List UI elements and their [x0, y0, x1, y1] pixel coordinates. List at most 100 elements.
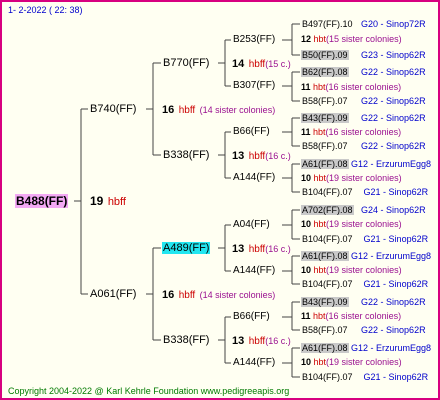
gen3-node-4[interactable]: A144(FF) — [232, 171, 276, 185]
gen4-info-11: 10 hbt(19 sister colonies) — [301, 263, 402, 277]
gen3-node-2[interactable]: B307(FF) — [232, 79, 276, 93]
gen3-node-7-name[interactable]: B66(FF) — [232, 311, 271, 322]
gen1-hb-2: hbff — [178, 290, 196, 301]
gen1-sis-1: (14 sister colonies) — [199, 105, 276, 115]
gen4-name-2[interactable]: B50(FF).09 — [301, 50, 349, 60]
gen4-name-1[interactable]: B497(FF).10 — [301, 19, 354, 29]
gen3-node-3[interactable]: B66(FF) — [232, 125, 271, 139]
gen4-info-1: 12 hbt(15 sister colonies) — [301, 32, 402, 46]
gen4-cls-13: G22 - Sinop62R — [361, 297, 426, 307]
gen4-row-11[interactable]: A61(FF).08 G12 - ErzurumEgg8 — [301, 249, 431, 263]
root-queen-name[interactable]: B488(FF) — [15, 194, 69, 208]
gen4-row-1[interactable]: B497(FF).10 G20 - Sinop72R — [301, 17, 426, 31]
gen3-node-8-name[interactable]: A144(FF) — [232, 357, 276, 368]
gen4-info-7: 10 hbt(19 sister colonies) — [301, 171, 402, 185]
gen3-node-2-name[interactable]: B307(FF) — [232, 80, 276, 91]
gen4-cls-2: G23 - Sinop62R — [361, 50, 426, 60]
gen4-name-6[interactable]: B58(FF).07 — [301, 141, 349, 151]
gen4-sis-13: (16 sister colonies) — [325, 311, 402, 321]
gen1-node-2-name[interactable]: A061(FF) — [89, 288, 137, 300]
gen2-hb-2: hbff — [248, 151, 266, 162]
gen2-node-1-name[interactable]: B770(FF) — [162, 57, 210, 69]
gen4-row-16[interactable]: B104(FF).07 G21 - Sinop62R — [301, 370, 428, 384]
gen3-node-4-name[interactable]: A144(FF) — [232, 172, 276, 183]
gen4-sis-9: (19 sister colonies) — [326, 219, 402, 229]
gen3-node-5[interactable]: A04(FF) — [232, 218, 271, 232]
gen4-num-5: 11 — [301, 127, 311, 137]
gen1-node-2[interactable]: A061(FF) — [89, 287, 137, 301]
gen4-hb-1: hbt — [313, 34, 327, 44]
gen2-hb-1: hbff — [248, 59, 266, 70]
gen4-cls-8: G21 - Sinop62R — [363, 187, 429, 197]
gen2-node-4[interactable]: B338(FF) — [162, 333, 210, 347]
gen2-num-2: 13 — [232, 150, 245, 162]
gen3-node-6-name[interactable]: A144(FF) — [232, 265, 276, 276]
gen4-info-5: 11 hbt(16 sister colonies) — [301, 125, 401, 139]
gen2-node-1[interactable]: B770(FF) — [162, 56, 210, 70]
gen4-cls-15: G12 - ErzurumEgg8 — [351, 343, 432, 353]
gen3-node-6[interactable]: A144(FF) — [232, 264, 276, 278]
gen4-row-6[interactable]: B58(FF).07 G22 - Sinop62R — [301, 139, 426, 153]
root-num: 19 — [90, 194, 104, 208]
gen4-row-14[interactable]: B58(FF).07 G22 - Sinop62R — [301, 323, 426, 337]
gen4-row-13[interactable]: B43(FF).09 G22 - Sinop62R — [301, 295, 426, 309]
gen4-sis-7: (19 sister colonies) — [326, 173, 402, 183]
gen4-cls-7: G12 - ErzurumEgg8 — [351, 159, 432, 169]
gen2-node-3[interactable]: A489(FF) — [162, 241, 211, 255]
gen4-row-5[interactable]: B43(FF).09 G22 - Sinop62R — [301, 111, 426, 125]
gen4-num-7: 10 — [301, 173, 312, 183]
gen4-name-4[interactable]: B58(FF).07 — [301, 96, 349, 106]
gen4-num-9: 10 — [301, 219, 312, 229]
gen4-name-7[interactable]: A61(FF).08 — [301, 159, 349, 169]
gen2-sis-4: (16 c.) — [265, 336, 291, 346]
gen4-row-10[interactable]: B104(FF).07 G21 - Sinop62R — [301, 232, 428, 246]
gen4-cls-12: G21 - Sinop62R — [363, 279, 429, 289]
gen2-node-3-name[interactable]: A489(FF) — [162, 242, 211, 254]
gen3-node-1[interactable]: B253(FF) — [232, 33, 276, 47]
gen2-sis-2: (16 c.) — [265, 151, 291, 161]
gen4-sis-11: (19 sister colonies) — [326, 265, 402, 275]
gen4-name-10[interactable]: B104(FF).07 — [301, 234, 354, 244]
gen4-hb-15: hbt — [313, 357, 327, 367]
gen4-name-3[interactable]: B62(FF).08 — [301, 67, 349, 77]
gen4-sis-5: (16 sister colonies) — [325, 127, 402, 137]
gen3-node-8[interactable]: A144(FF) — [232, 356, 276, 370]
gen4-row-8[interactable]: B104(FF).07 G21 - Sinop62R — [301, 185, 428, 199]
timestamp-header: 1- 2-2022 ( 22: 38) — [8, 5, 83, 15]
gen2-sis-1: (15 c.) — [265, 59, 291, 69]
gen3-node-3-name[interactable]: B66(FF) — [232, 126, 271, 137]
gen4-hb-5: hbt — [313, 127, 326, 137]
gen4-cls-11: G12 - ErzurumEgg8 — [351, 251, 432, 261]
gen4-name-16[interactable]: B104(FF).07 — [301, 372, 354, 382]
gen4-row-9[interactable]: A702(FF).08 G24 - Sinop62R — [301, 203, 426, 217]
gen1-node-1-name[interactable]: B740(FF) — [89, 103, 137, 115]
gen4-row-15[interactable]: A61(FF).08 G12 - ErzurumEgg8 — [301, 341, 431, 355]
gen4-name-15[interactable]: A61(FF).08 — [301, 343, 349, 353]
gen1-node-1[interactable]: B740(FF) — [89, 102, 137, 116]
gen4-info-13: 11 hbt(16 sister colonies) — [301, 309, 401, 323]
gen4-name-12[interactable]: B104(FF).07 — [301, 279, 354, 289]
gen2-node-2[interactable]: B338(FF) — [162, 148, 210, 162]
gen4-num-15: 10 — [301, 357, 312, 367]
gen4-row-2[interactable]: B50(FF).09 G23 - Sinop62R — [301, 48, 426, 62]
gen3-node-5-name[interactable]: A04(FF) — [232, 219, 271, 230]
gen4-row-12[interactable]: B104(FF).07 G21 - Sinop62R — [301, 277, 428, 291]
gen4-hb-11: hbt — [313, 265, 327, 275]
gen4-row-7[interactable]: A61(FF).08 G12 - ErzurumEgg8 — [301, 157, 431, 171]
gen4-row-4[interactable]: B58(FF).07 G22 - Sinop62R — [301, 94, 426, 108]
gen3-node-7[interactable]: B66(FF) — [232, 310, 271, 324]
gen2-node-4-name[interactable]: B338(FF) — [162, 334, 210, 346]
gen4-name-13[interactable]: B43(FF).09 — [301, 297, 349, 307]
gen4-cls-4: G22 - Sinop62R — [361, 96, 426, 106]
gen4-name-14[interactable]: B58(FF).07 — [301, 325, 349, 335]
gen4-name-11[interactable]: A61(FF).08 — [301, 251, 349, 261]
gen4-info-15: 10 hbt(19 sister colonies) — [301, 355, 402, 369]
gen1-info-1: 16 hbff (14 sister colonies) — [162, 102, 275, 118]
gen4-name-8[interactable]: B104(FF).07 — [301, 187, 354, 197]
gen4-name-5[interactable]: B43(FF).09 — [301, 113, 349, 123]
gen2-node-2-name[interactable]: B338(FF) — [162, 149, 210, 161]
root-queen[interactable]: B488(FF) — [15, 194, 69, 209]
gen4-row-3[interactable]: B62(FF).08 G22 - Sinop62R — [301, 65, 426, 79]
gen4-name-9[interactable]: A702(FF).08 — [301, 205, 354, 215]
gen3-node-1-name[interactable]: B253(FF) — [232, 34, 276, 45]
